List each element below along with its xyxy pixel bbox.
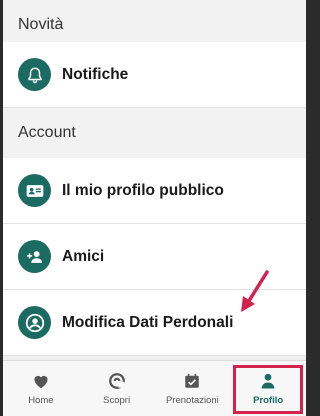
menu-item-label: Modifica Dati Perdonali bbox=[62, 313, 234, 331]
menu-item-amici[interactable]: Amici bbox=[3, 224, 306, 290]
menu-item-label: Il mio profilo pubblico bbox=[62, 181, 224, 199]
account-group: Il mio profilo pubblico Amici Modifica D… bbox=[3, 158, 306, 356]
explore-icon bbox=[108, 371, 126, 391]
nav-item-home[interactable]: Home bbox=[3, 361, 79, 416]
novita-group: Notifiche bbox=[3, 42, 306, 108]
menu-item-label: Notifiche bbox=[62, 65, 129, 83]
bell-icon bbox=[18, 58, 51, 91]
nav-item-profilo[interactable]: Profilo bbox=[230, 361, 306, 416]
nav-item-label: Profilo bbox=[253, 395, 284, 406]
nav-item-prenotazioni[interactable]: Prenotazioni bbox=[155, 361, 231, 416]
menu-item-label: Amici bbox=[62, 247, 105, 265]
nav-item-scopri[interactable]: Scopri bbox=[79, 361, 155, 416]
account-circle-icon bbox=[18, 306, 51, 339]
menu-item-edit-personal-data[interactable]: Modifica Dati Perdonali bbox=[3, 290, 306, 356]
menu-item-notifiche[interactable]: Notifiche bbox=[3, 42, 306, 108]
profile-screen: Novità Notifiche Account Il mio profilo … bbox=[3, 0, 306, 416]
bottom-navigation: Home Scopri Prenotazioni Profilo bbox=[3, 360, 306, 416]
id-card-icon bbox=[18, 174, 51, 207]
nav-item-label: Home bbox=[28, 395, 54, 406]
person-icon bbox=[259, 371, 277, 391]
menu-item-public-profile[interactable]: Il mio profilo pubblico bbox=[3, 158, 306, 224]
nav-item-label: Prenotazioni bbox=[165, 395, 219, 406]
nav-item-label: Scopri bbox=[103, 395, 131, 406]
section-header-novita: Novità bbox=[3, 0, 306, 42]
add-friend-icon bbox=[18, 240, 51, 273]
section-header-account: Account bbox=[3, 108, 306, 158]
heart-icon bbox=[32, 371, 50, 391]
calendar-check-icon bbox=[183, 371, 201, 391]
